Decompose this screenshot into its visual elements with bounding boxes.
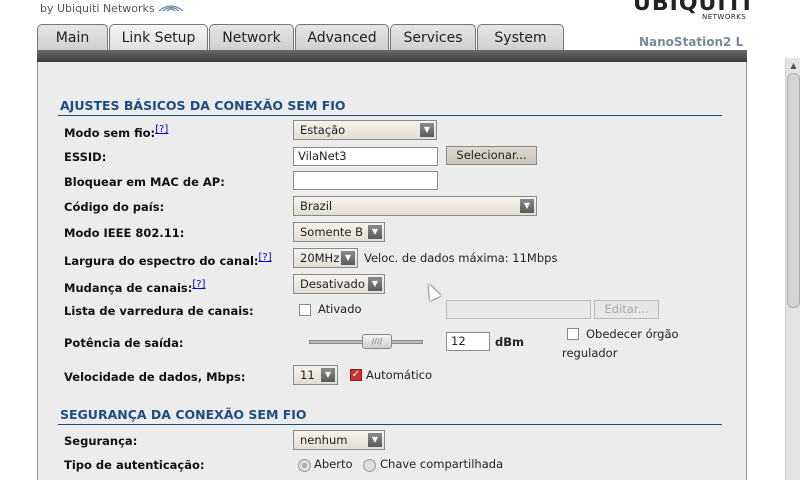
edit-scan-list-button[interactable]: Editar... — [594, 300, 659, 319]
auth-open-label: Aberto — [314, 457, 353, 471]
label-channel-shift: Mudança de canais:[?] — [64, 279, 206, 295]
label-essid: ESSID: — [64, 150, 107, 164]
label-lock-mac: Bloquear em MAC de AP: — [64, 175, 225, 189]
help-link[interactable]: [?] — [155, 124, 168, 135]
scroll-up-icon[interactable]: ▲ — [786, 58, 800, 73]
tab-system[interactable]: System — [477, 24, 564, 51]
auth-shared-label: Chave compartilhada — [380, 457, 504, 471]
chevron-down-icon: ▼ — [368, 277, 382, 291]
scrollbar-thumb[interactable] — [787, 73, 800, 308]
chevron-down-icon: ▼ — [368, 433, 382, 447]
output-power-input[interactable]: 12 — [446, 332, 490, 351]
auth-open-radio[interactable] — [298, 459, 311, 472]
tab-bar-divider — [37, 50, 747, 62]
help-link[interactable]: [?] — [192, 279, 205, 290]
tab-services[interactable]: Services — [390, 24, 476, 51]
tab-network[interactable]: Network — [209, 24, 294, 51]
security-select[interactable]: nenhum ▼ — [293, 430, 385, 450]
wireless-mode-select[interactable]: Estação ▼ — [293, 120, 437, 140]
label-auth-type: Tipo de autenticação: — [64, 458, 205, 472]
page-scrollbar[interactable]: ▲ — [785, 58, 800, 480]
auto-rate-checkbox[interactable]: ✓ — [350, 369, 362, 381]
tab-advanced[interactable]: Advanced — [295, 24, 389, 51]
chevron-down-icon: ▼ — [520, 199, 534, 213]
essid-input[interactable]: VilaNet3 — [293, 147, 438, 166]
output-power-slider-handle[interactable]: //// — [362, 334, 392, 349]
channel-shift-select[interactable]: Desativado ▼ — [293, 274, 385, 294]
obey-regulatory-checkbox[interactable] — [567, 328, 579, 340]
obey-regulatory-label: Obedecer órgão — [586, 327, 679, 341]
auto-rate-label: Automático — [366, 368, 433, 382]
ieee-mode-select[interactable]: Somente B ▼ — [293, 222, 385, 242]
brand-tagline: by Ubiquiti Networks — [40, 2, 184, 15]
scan-list-checkbox[interactable] — [299, 304, 311, 316]
obey-regulatory-label-2: regulador — [562, 346, 618, 360]
label-output-power: Potência de saída: — [64, 336, 184, 350]
scan-list-input[interactable] — [446, 300, 591, 319]
chevron-down-icon: ▼ — [420, 123, 434, 137]
help-link[interactable]: [?] — [259, 252, 272, 263]
chevron-down-icon: ▼ — [368, 225, 382, 239]
power-unit-label: dBm — [495, 335, 524, 349]
section-title-security: SEGURANÇA DA CONEXÃO SEM FIO — [60, 407, 307, 422]
label-security: Segurança: — [64, 434, 138, 448]
tab-main[interactable]: Main — [37, 24, 108, 51]
country-select[interactable]: Brazil ▼ — [293, 196, 537, 216]
logo-networks: NETWORKS — [702, 13, 747, 21]
max-data-rate-note: Veloc. de dados máxima: 11Mbps — [364, 251, 558, 265]
device-name: NanoStation2 L — [639, 35, 744, 49]
section-divider — [58, 115, 722, 116]
label-wireless-mode: Modo sem fio:[?] — [64, 124, 169, 140]
label-ieee-mode: Modo IEEE 802.11: — [64, 226, 185, 240]
channel-width-select[interactable]: 20MHz ▼ — [293, 248, 358, 268]
data-rate-select[interactable]: 11 ▼ — [293, 365, 338, 385]
brand-tagline-text: by Ubiquiti Networks — [40, 2, 155, 15]
chevron-down-icon: ▼ — [341, 251, 355, 265]
select-ap-button[interactable]: Selecionar... — [446, 146, 537, 165]
chevron-down-icon: ▼ — [321, 368, 335, 382]
section-divider — [58, 424, 722, 425]
lock-mac-input[interactable] — [293, 171, 438, 190]
label-scan-list: Lista de varredura de canais: — [64, 304, 254, 318]
label-country: Código do país: — [64, 200, 165, 214]
label-channel-width: Largura do espectro do canal:[?] — [64, 252, 272, 268]
scan-list-enabled-label: Ativado — [318, 302, 362, 316]
ubiquiti-wing-icon — [158, 3, 184, 13]
auth-shared-radio[interactable] — [363, 459, 376, 472]
label-data-rate: Velocidade de dados, Mbps: — [64, 370, 246, 384]
section-title-basic: AJUSTES BÁSICOS DA CONEXÃO SEM FIO — [60, 98, 346, 113]
tab-link-setup[interactable]: Link Setup — [109, 24, 208, 53]
